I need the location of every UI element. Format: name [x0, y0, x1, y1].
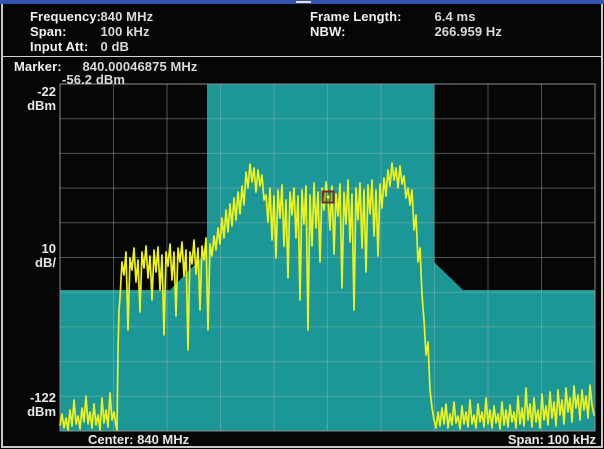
y-axis-ref-unit: dBm — [0, 99, 56, 113]
y-axis-floor-level: -122 dBm — [0, 391, 56, 419]
y-axis-scale-value: 10 — [0, 242, 56, 256]
y-axis-scale-unit: dB/ — [0, 256, 56, 270]
y-axis-floor-unit: dBm — [0, 405, 56, 419]
header-separator — [3, 56, 601, 57]
y-axis-ref-level: -22 dBm — [0, 85, 56, 113]
center-frequency-label: Center: 840 MHz — [88, 432, 189, 447]
y-axis-ref-value: -22 — [0, 85, 56, 99]
top-bar-handle — [296, 1, 311, 3]
marker-amplitude: -56.2 dBm — [62, 72, 125, 87]
marker-amplitude-row: -56.2 dBm — [62, 71, 125, 89]
spectrum-analyzer-screen: Frequency: 840 MHz Span: 100 kHz Input A… — [0, 0, 604, 449]
top-accent-bar — [0, 0, 604, 4]
span-footer-label: Span: 100 kHz — [508, 432, 596, 447]
y-axis-floor-value: -122 — [0, 391, 56, 405]
y-axis-scale: 10 dB/ — [0, 242, 56, 270]
marker-dot — [326, 195, 329, 198]
